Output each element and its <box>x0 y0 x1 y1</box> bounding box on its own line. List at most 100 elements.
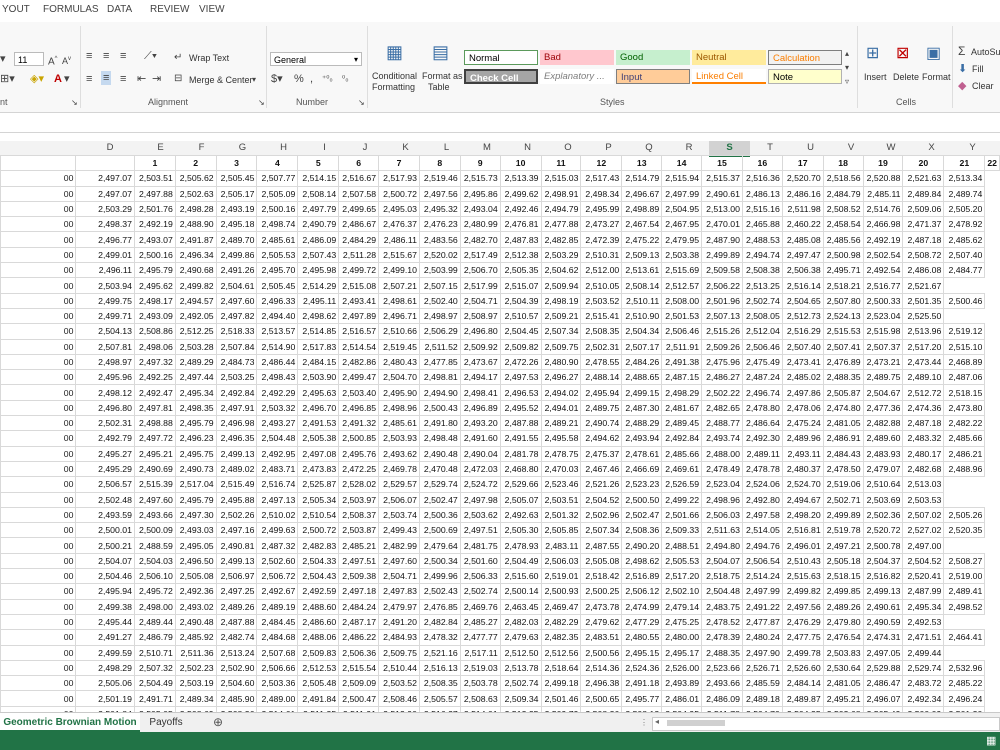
data-cell[interactable]: 2,468.89 <box>943 353 986 371</box>
style-bad[interactable]: Bad <box>540 50 614 65</box>
data-cell[interactable]: 2,491.55 <box>499 430 542 447</box>
data-cell[interactable]: 2,489.87 <box>781 690 824 707</box>
data-cell[interactable]: 2,476.23 <box>418 216 461 233</box>
data-cell[interactable]: 2,513.96 <box>902 323 945 340</box>
data-cell[interactable]: 2,512.57 <box>661 277 703 294</box>
data-cell[interactable]: 2,500.47 <box>338 690 380 707</box>
data-cell[interactable]: 2,484.26 <box>621 353 663 371</box>
data-cell[interactable]: 2,515.03 <box>540 170 582 187</box>
data-cell[interactable]: 2,480.24 <box>741 629 783 646</box>
data-cell[interactable]: 2,508.86 <box>133 323 176 340</box>
data-cell[interactable]: 2,482.74 <box>215 629 258 646</box>
data-cell[interactable]: 2,517.20 <box>661 568 703 585</box>
row-label-cell[interactable]: 00 <box>0 675 77 692</box>
data-cell[interactable]: 2,502.96 <box>580 506 623 524</box>
data-cell[interactable]: 2,512.38 <box>499 246 542 264</box>
column-header-y[interactable]: Y <box>952 141 993 155</box>
data-cell[interactable]: 2,498.43 <box>256 369 299 386</box>
data-cell[interactable]: 2,503.32 <box>256 399 299 417</box>
data-cell[interactable]: 2,488.51 <box>661 537 703 554</box>
data-cell[interactable]: 2,494.74 <box>741 246 783 264</box>
column-header-p[interactable]: P <box>588 141 629 155</box>
data-cell[interactable]: 2,488.35 <box>701 644 743 661</box>
data-cell[interactable]: 2,485.56 <box>822 231 864 248</box>
data-cell[interactable]: 2,467.95 <box>661 216 703 233</box>
data-cell[interactable]: 2,490.61 <box>701 185 743 202</box>
data-cell[interactable]: 2,509.06 <box>902 200 945 218</box>
data-cell[interactable]: 2,513.25 <box>741 277 783 294</box>
data-cell[interactable]: 2,496.89 <box>459 399 501 417</box>
data-cell[interactable]: 2,476.89 <box>822 353 864 371</box>
data-cell[interactable]: 2,482.68 <box>902 460 945 478</box>
data-cell[interactable]: 2,518.15 <box>822 568 864 585</box>
data-cell[interactable]: 2,506.46 <box>661 323 703 340</box>
data-cell[interactable]: 2,508.36 <box>621 522 663 539</box>
row-label-cell[interactable]: 00 <box>0 399 77 417</box>
data-cell[interactable]: 2,488.29 <box>621 415 663 432</box>
data-cell[interactable]: 2,496.23 <box>174 430 217 447</box>
data-cell[interactable]: 2,483.56 <box>418 231 461 248</box>
increase-indent-icon[interactable]: ⇥ <box>152 73 161 85</box>
data-cell[interactable]: 2,472.39 <box>580 231 623 248</box>
data-cell[interactable]: 2,512.50 <box>499 644 542 661</box>
data-cell[interactable]: 2,488.59 <box>133 537 176 554</box>
data-cell[interactable]: 2,495.70 <box>256 262 299 279</box>
data-cell[interactable]: 2,490.73 <box>174 460 217 478</box>
data-cell[interactable]: 2,505.08 <box>174 568 217 585</box>
data-cell[interactable]: 2,473.78 <box>580 598 623 615</box>
data-cell[interactable]: 2,495.58 <box>540 430 582 447</box>
data-cell[interactable]: 2,507.32 <box>133 659 176 677</box>
step-number-cell[interactable]: 4 <box>256 155 299 172</box>
step-number-cell[interactable]: 15 <box>701 155 743 172</box>
data-cell[interactable]: 2,501.35 <box>902 292 945 309</box>
data-cell[interactable]: 2,487.18 <box>902 231 945 248</box>
data-cell[interactable]: 2,510.64 <box>862 476 904 493</box>
data-cell[interactable]: 2,478.32 <box>418 629 461 646</box>
data-cell[interactable]: 2,498.48 <box>418 430 461 447</box>
data-cell[interactable]: 2,492.25 <box>133 369 176 386</box>
data-cell[interactable]: 2,503.36 <box>256 675 299 692</box>
data-cell[interactable]: 2,463.45 <box>499 598 542 615</box>
data-cell[interactable]: 2,515.16 <box>741 200 783 218</box>
data-cell[interactable]: 2,473.67 <box>459 353 501 371</box>
data-cell[interactable]: 2,482.83 <box>297 537 340 554</box>
data-cell[interactable]: 2,498.62 <box>297 307 340 325</box>
data-cell[interactable]: 2,496.35 <box>215 430 258 447</box>
data-cell[interactable]: 2,498.89 <box>621 200 663 218</box>
data-cell[interactable]: 2,481.78 <box>499 445 542 462</box>
data-cell[interactable]: 2,491.87 <box>174 231 217 248</box>
data-cell[interactable]: 2,509.82 <box>499 338 542 355</box>
data-cell[interactable]: 2,500.50 <box>621 491 663 508</box>
data-cell[interactable]: 2,486.21 <box>943 445 986 462</box>
data-cell[interactable]: 2,500.36 <box>418 506 461 524</box>
align-right-icon[interactable]: ≡ <box>120 73 126 85</box>
data-cell[interactable]: 2,515.07 <box>499 277 542 294</box>
data-cell[interactable]: 2,478.93 <box>499 537 542 554</box>
data-cell[interactable]: 2,494.80 <box>701 537 743 554</box>
data-cell[interactable]: 2,504.48 <box>701 583 743 600</box>
data-cell[interactable]: 2,499.82 <box>781 583 824 600</box>
row-label-cell[interactable]: 00 <box>0 690 77 707</box>
data-cell[interactable]: 2,485.92 <box>174 629 217 646</box>
data-cell[interactable]: 2,499.65 <box>338 200 380 218</box>
data-cell[interactable]: 2,509.58 <box>701 262 743 279</box>
data-cell[interactable]: 2,490.48 <box>418 445 461 462</box>
data-cell[interactable]: 2,510.57 <box>499 307 542 325</box>
data-cell[interactable]: 2,499.82 <box>174 277 217 294</box>
data-cell[interactable]: 2,495.29 <box>75 460 135 478</box>
step-number-cell[interactable]: 11 <box>540 155 582 172</box>
data-cell[interactable]: 2,503.52 <box>580 292 623 309</box>
column-header-u[interactable]: U <box>790 141 831 155</box>
data-cell[interactable]: 2,496.53 <box>499 384 542 401</box>
data-cell[interactable]: 2,505.30 <box>499 522 542 539</box>
data-cell[interactable]: 2,513.61 <box>621 262 663 279</box>
data-cell[interactable]: 2,502.36 <box>862 506 904 524</box>
data-cell[interactable]: 2,516.81 <box>781 522 824 539</box>
data-cell[interactable]: 2,500.56 <box>580 644 623 661</box>
data-cell[interactable]: 2,495.62 <box>133 277 176 294</box>
data-cell[interactable]: 2,478.78 <box>741 460 783 478</box>
data-cell[interactable]: 2,489.21 <box>540 415 582 432</box>
data-cell[interactable]: 2,507.68 <box>256 644 299 661</box>
column-header-n[interactable]: N <box>507 141 548 155</box>
data-cell[interactable]: 2,488.90 <box>174 216 217 233</box>
